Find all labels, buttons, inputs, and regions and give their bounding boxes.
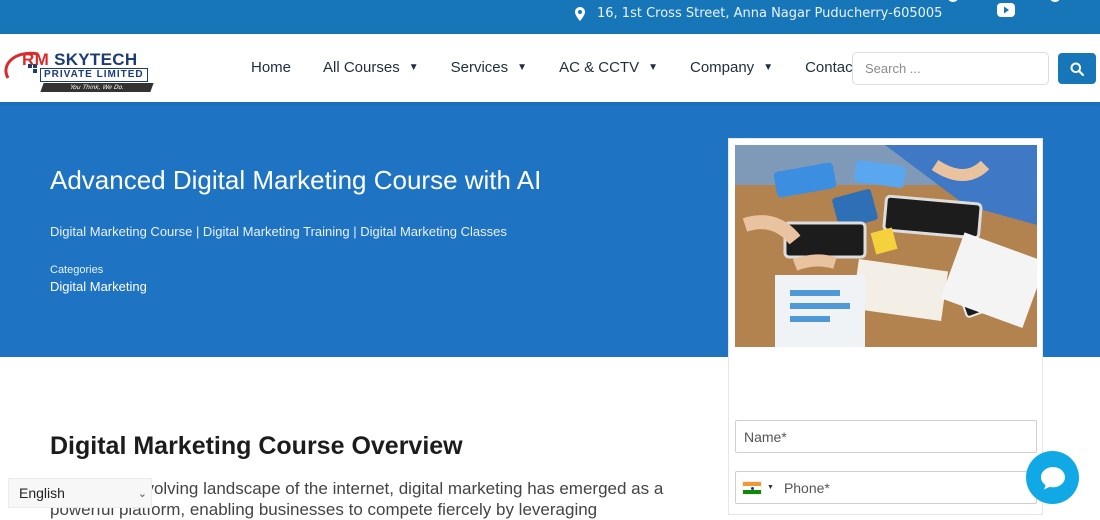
category-link[interactable]: Digital Marketing	[50, 279, 147, 294]
caret-down-icon[interactable]: ▼	[517, 62, 527, 73]
language-selector[interactable]: English ⌄	[8, 478, 152, 508]
youtube-icon[interactable]	[996, 2, 1016, 18]
course-image	[735, 145, 1037, 347]
search-input[interactable]	[852, 52, 1049, 85]
overview-heading: Digital Marketing Course Overview	[50, 432, 463, 460]
company-logo[interactable]: RM SKYTECH PRIVATE LIMITED You Think, We…	[2, 48, 157, 92]
youtube-link[interactable]	[996, 2, 1016, 22]
location-pin-icon	[575, 6, 585, 21]
india-flag-icon[interactable]	[742, 480, 762, 495]
categories-label: Categories	[50, 264, 104, 276]
search-button[interactable]	[1058, 53, 1096, 84]
chat-button[interactable]	[1026, 451, 1079, 504]
address-text: 16, 1st Cross Street, Anna Nagar Puduche…	[597, 6, 943, 21]
language-value[interactable]: English	[19, 485, 65, 501]
social-icon-partial[interactable]	[1050, 0, 1060, 2]
chat-bubble-icon[interactable]	[1039, 465, 1067, 491]
nav-company[interactable]: Company ▼	[690, 59, 773, 76]
phone-field[interactable]: ▼ Phone*	[735, 471, 1037, 504]
chevron-down-icon[interactable]: ⌄	[138, 487, 147, 500]
nav-home[interactable]: Home	[251, 59, 291, 76]
nav-ac-cctv[interactable]: AC & CCTV ▼	[559, 59, 658, 76]
social-icon-partial[interactable]	[948, 0, 958, 2]
course-title: Advanced Digital Marketing Course with A…	[50, 165, 542, 195]
search-icon[interactable]	[1070, 62, 1084, 76]
logo-line1: RM SKYTECH	[22, 50, 138, 69]
logo-tagline: You Think, We Do.	[40, 83, 154, 92]
nav-services[interactable]: Services ▼	[451, 59, 527, 76]
caret-down-icon[interactable]: ▼	[648, 62, 658, 73]
logo-line2: PRIVATE LIMITED	[40, 68, 148, 82]
nav-all-courses[interactable]: All Courses ▼	[323, 59, 419, 76]
main-navbar: RM SKYTECH PRIVATE LIMITED You Think, We…	[0, 34, 1100, 102]
top-contact-bar: 16, 1st Cross Street, Anna Nagar Puduche…	[0, 0, 1100, 34]
nav-contact[interactable]: Contact	[805, 59, 857, 76]
address: 16, 1st Cross Street, Anna Nagar Puduche…	[575, 6, 942, 21]
main-menu: Home All Courses ▼ Services ▼ AC & CCTV ▼ C…	[251, 59, 889, 76]
enquiry-card: Name* ▼ Phone*	[728, 138, 1043, 515]
caret-down-icon[interactable]: ▼	[409, 62, 419, 73]
name-field[interactable]: Name*	[735, 420, 1037, 453]
country-dropdown-icon[interactable]: ▼	[767, 484, 774, 491]
course-subtitle: Digital Marketing Course | Digital Marke…	[50, 224, 507, 239]
caret-down-icon[interactable]: ▼	[763, 62, 773, 73]
